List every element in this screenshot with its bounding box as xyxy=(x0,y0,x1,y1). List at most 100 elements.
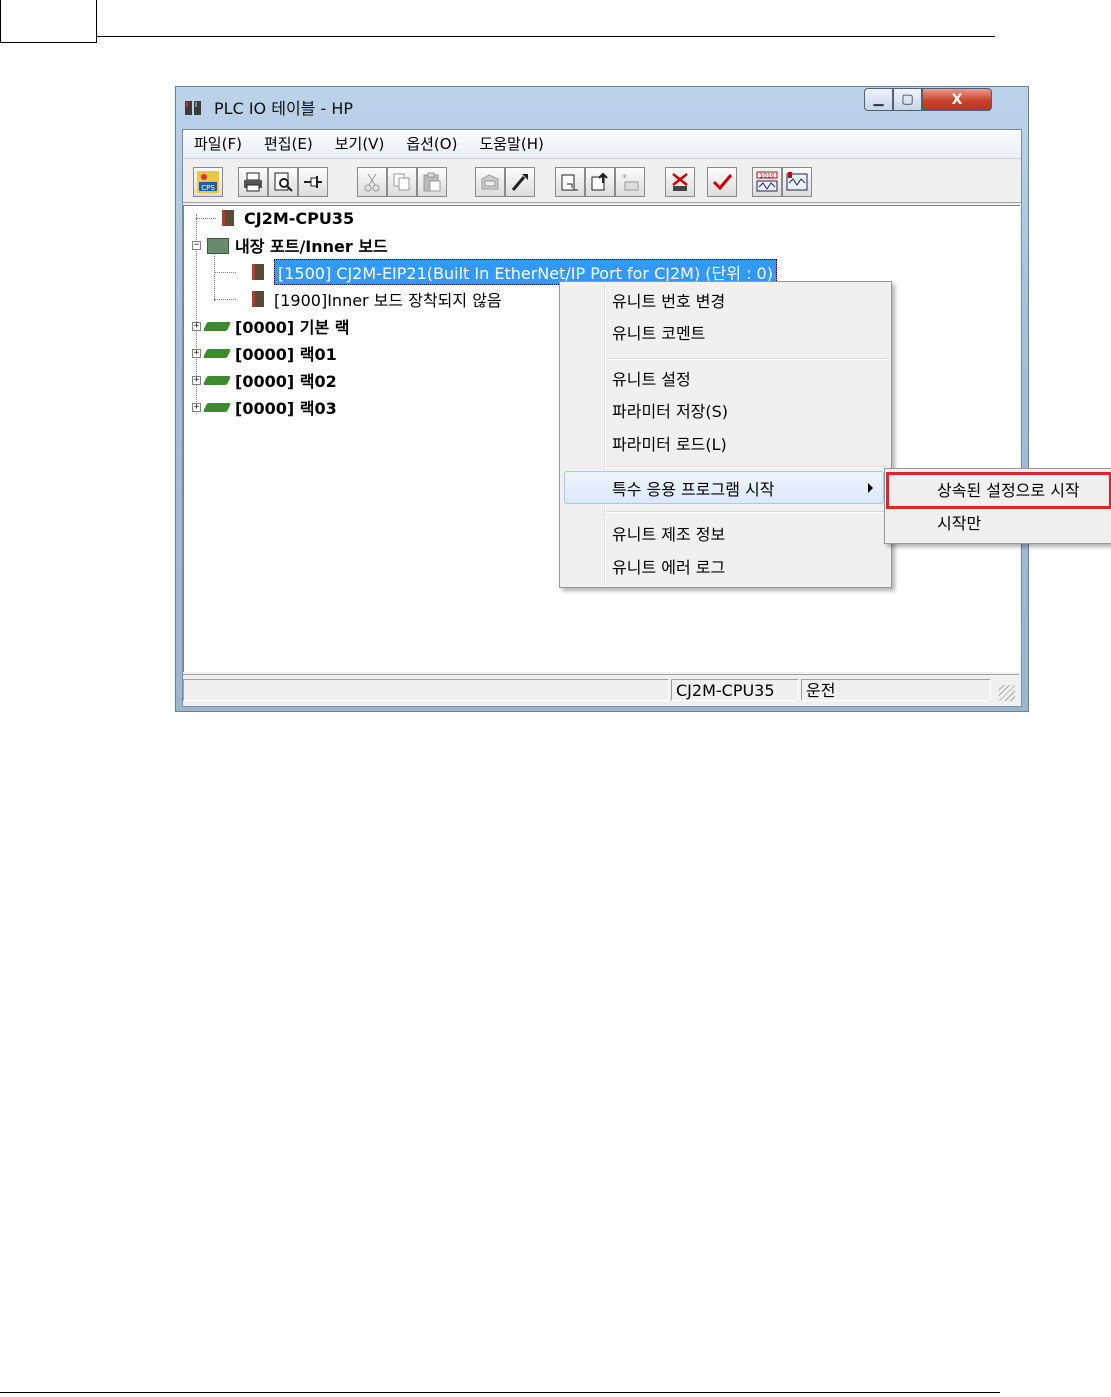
rack-icon xyxy=(205,371,229,389)
tree-node-cpu[interactable]: CJ2M-CPU35 xyxy=(214,206,354,230)
upload-button[interactable] xyxy=(555,167,585,197)
tree-node-inner-board[interactable]: − 내장 포트/Inner 보드 xyxy=(192,233,388,257)
close-icon: X xyxy=(951,91,963,108)
print-preview-icon xyxy=(274,172,293,192)
maximize-button[interactable]: ▢ xyxy=(893,88,922,111)
status-model: CJ2M-CPU35 xyxy=(671,679,799,701)
cut-icon xyxy=(364,173,380,192)
collapse-icon[interactable]: − xyxy=(192,240,201,250)
expand-icon[interactable]: + xyxy=(192,375,201,385)
menu-item-unit-error-log[interactable]: 유니트 에러 로그 xyxy=(612,554,725,582)
tree-node-rack[interactable]: + [0000] 랙03 xyxy=(192,395,337,419)
menu-separator xyxy=(606,511,887,513)
submenu-arrow-icon xyxy=(868,483,873,493)
menu-gutter xyxy=(604,284,606,585)
tree-node-rack[interactable]: + [0000] 랙02 xyxy=(192,368,337,392)
menu-help[interactable]: 도움말(H) xyxy=(468,130,554,158)
expand-icon[interactable]: + xyxy=(192,321,201,331)
check-icon xyxy=(712,174,733,191)
title-bar[interactable]: PLC IO 테이블 - HP ▁ ▢ X xyxy=(176,87,1028,127)
resize-grip-icon[interactable] xyxy=(999,685,1015,701)
copy-button[interactable] xyxy=(387,167,417,197)
tools-button[interactable] xyxy=(505,167,535,197)
new-unit-icon: * xyxy=(622,173,639,191)
minimize-button[interactable]: ▁ xyxy=(864,88,893,111)
page-header-tab xyxy=(0,0,97,43)
tools-icon xyxy=(511,174,528,191)
upload-icon xyxy=(561,174,578,191)
menu-item-change-unit-number[interactable]: 유니트 번호 변경 xyxy=(612,288,725,316)
expand-icon[interactable]: + xyxy=(192,348,201,358)
menu-file[interactable]: 파일(F) xyxy=(183,130,253,158)
pin-button[interactable] xyxy=(298,167,328,197)
delete-button[interactable] xyxy=(665,167,695,197)
plc-icon xyxy=(244,263,268,281)
context-menu: 유니트 번호 변경 유니트 코멘트 유니트 설정 파라미터 저장(S) 파라미터… xyxy=(559,281,892,588)
tree-connector xyxy=(214,299,236,300)
menu-item-unit-settings[interactable]: 유니트 설정 xyxy=(612,366,691,394)
tree-node-label: [0000] 랙01 xyxy=(235,345,337,364)
menu-item-start-only[interactable]: 시작만 xyxy=(937,509,981,539)
minimize-icon: ▁ xyxy=(873,92,884,107)
delete-icon xyxy=(672,173,688,191)
status-message xyxy=(183,679,669,701)
expand-icon[interactable]: + xyxy=(192,402,201,412)
unit-icon xyxy=(481,174,499,190)
check-button[interactable] xyxy=(707,167,737,197)
menu-view[interactable]: 보기(V) xyxy=(324,130,396,158)
svg-text:CPS: CPS xyxy=(201,184,215,192)
board-icon xyxy=(205,236,229,254)
tree-node-rack[interactable]: + [0000] 랙01 xyxy=(192,341,337,365)
tree-node-label: [0000] 랙03 xyxy=(235,399,337,418)
menu-separator xyxy=(606,466,887,468)
menu-options[interactable]: 옵션(O) xyxy=(395,130,468,158)
menu-item-unit-comment[interactable]: 유니트 코멘트 xyxy=(612,320,705,348)
rack-icon xyxy=(205,398,229,416)
menu-item-start-special-application[interactable]: 특수 응용 프로그램 시작 xyxy=(612,476,774,504)
window-controls: ▁ ▢ X xyxy=(864,88,992,113)
download-button[interactable] xyxy=(585,167,615,197)
io-compare-button[interactable]: 1010 xyxy=(752,167,782,197)
menu-item-save-parameters[interactable]: 파라미터 저장(S) xyxy=(612,398,728,426)
print-button[interactable] xyxy=(238,167,268,197)
cps-icon: CPS xyxy=(197,171,219,193)
plc-app-icon xyxy=(184,98,204,118)
io-compare-icon: 1010 xyxy=(756,171,778,192)
svg-text:1010: 1010 xyxy=(759,173,774,180)
pin-icon xyxy=(304,176,322,188)
menu-item-start-with-inherited-settings[interactable]: 상속된 설정으로 시작 xyxy=(937,476,1080,506)
paste-icon xyxy=(423,172,441,192)
copy-icon xyxy=(393,173,410,191)
status-mode: 운전 xyxy=(801,679,991,701)
status-bar: CJ2M-CPU35 운전 xyxy=(183,674,1019,705)
cut-button[interactable] xyxy=(357,167,387,197)
page-header-rule xyxy=(97,36,995,37)
print-icon xyxy=(244,172,262,192)
unit-button[interactable] xyxy=(475,167,505,197)
plc-icon xyxy=(214,209,238,227)
menu-item-load-parameters[interactable]: 파라미터 로드(L) xyxy=(612,431,727,459)
tree-node-label: [1900]Inner 보드 장착되지 않음 xyxy=(274,291,502,310)
maximize-icon: ▢ xyxy=(901,92,914,107)
download-icon xyxy=(591,172,608,191)
plc-icon xyxy=(244,290,268,308)
close-button[interactable]: X xyxy=(922,88,992,111)
menu-edit[interactable]: 편집(E) xyxy=(253,130,324,158)
menu-bar: 파일(F) 편집(E) 보기(V) 옵션(O) 도움말(H) xyxy=(183,130,1021,159)
toolbar: CPS * 1010 xyxy=(183,160,1021,203)
paste-button[interactable] xyxy=(417,167,447,197)
print-preview-button[interactable] xyxy=(268,167,298,197)
new-unit-button[interactable]: * xyxy=(615,167,645,197)
submenu-start-application: 상속된 설정으로 시작 시작만 xyxy=(884,468,1111,544)
window-title: PLC IO 테이블 - HP xyxy=(214,99,354,118)
tree-node-label: [0000] 랙02 xyxy=(235,372,337,391)
page-footer-rule xyxy=(0,1392,1000,1393)
tree-node-rack[interactable]: + [0000] 기본 랙 xyxy=(192,314,349,338)
io-verify-button[interactable] xyxy=(782,167,812,197)
tree-connector xyxy=(214,272,236,273)
menu-item-unit-manufacturing-info[interactable]: 유니트 제조 정보 xyxy=(612,521,725,549)
tree-node-inner-unit[interactable]: [1900]Inner 보드 장착되지 않음 xyxy=(244,287,502,311)
cps-button[interactable]: CPS xyxy=(193,167,223,197)
tree-node-label: 내장 포트/Inner 보드 xyxy=(235,237,388,256)
tree-connector xyxy=(196,218,216,219)
